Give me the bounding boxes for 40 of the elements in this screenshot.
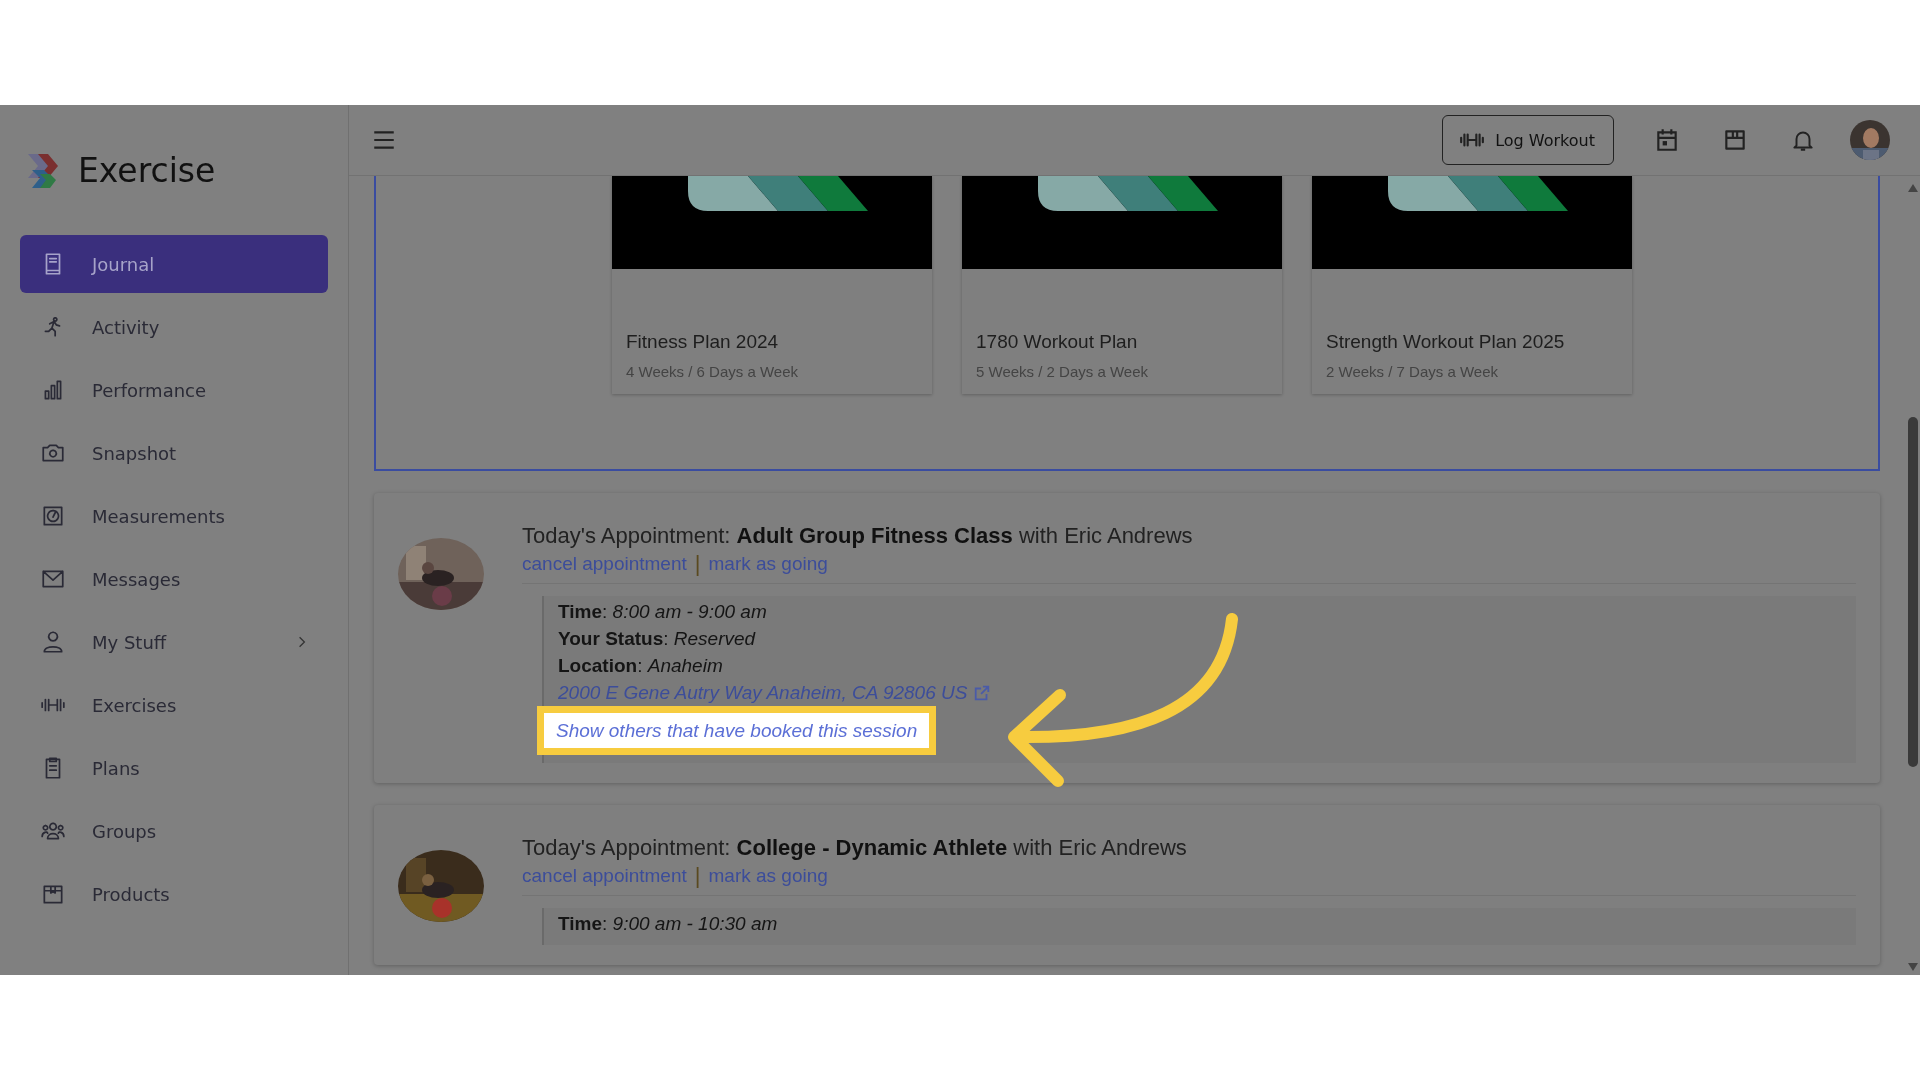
plan-title: Strength Workout Plan 2025 (1326, 331, 1566, 353)
separator: | (694, 863, 701, 889)
action-link[interactable]: mark as going (708, 865, 828, 887)
appointment-title: Today's Appointment: Adult Group Fitness Class with Eric Andrews (522, 523, 1194, 549)
sidebar-item[interactable]: Activity (20, 298, 328, 356)
sidebar-item[interactable]: Snapshot (20, 424, 328, 482)
separator: | (694, 551, 701, 577)
sidebar-item[interactable]: Products (20, 865, 328, 923)
sidebar-item[interactable]: Plans (20, 739, 328, 797)
log-workout-button[interactable]: Log Workout (1442, 115, 1614, 165)
sidebar-item[interactable]: Exercises (20, 676, 328, 734)
action-link[interactable]: cancel appointment (522, 553, 687, 575)
plan-card[interactable]: Fitness Plan 2024 4 Weeks / 6 Days a Week (612, 176, 932, 394)
sidebar-item[interactable]: Groups (20, 802, 328, 860)
scroll-up-icon[interactable] (1907, 184, 1918, 192)
plan-duration: 2 Weeks / 7 Days a Week (1326, 363, 1500, 380)
booked-session-link[interactable]: Show others that have booked this session (537, 706, 937, 755)
scroll-down-icon[interactable] (1907, 963, 1918, 971)
sidebar-item[interactable]: Journal (20, 235, 328, 293)
detail-line: Your Status: Reserved (558, 627, 756, 651)
sidebar-item[interactable]: Messages (20, 550, 328, 608)
plan-title: Fitness Plan 2024 (626, 331, 780, 353)
sidebar-item[interactable]: My Stuff (20, 613, 328, 671)
detail-line: Time: 9:00 am - 10:30 am (558, 912, 778, 936)
store-icon[interactable] (1722, 127, 1748, 153)
detail-line: Location: Anaheim (558, 654, 723, 678)
sidebar-item[interactable]: Measurements (20, 487, 328, 545)
app-name: Exercise (78, 150, 216, 190)
plan-card[interactable]: 1780 Workout Plan 5 Weeks / 2 Days a Week (962, 176, 1282, 394)
detail-line: Time: 8:00 am - 9:00 am (558, 600, 767, 624)
appointment-title: Today's Appointment: College - Dynamic Athlete with Eric Andrews (522, 835, 1188, 861)
plan-title: 1780 Workout Plan (976, 331, 1139, 353)
calendar-icon[interactable] (1654, 127, 1680, 153)
plan-duration: 4 Weeks / 6 Days a Week (626, 363, 800, 380)
scale-icon (40, 503, 66, 529)
action-link[interactable]: cancel appointment (522, 865, 687, 887)
plan-card[interactable]: Strength Workout Plan 2025 2 Weeks / 7 Days a Week (1312, 176, 1632, 394)
plan-duration: 5 Weeks / 2 Days a Week (976, 363, 1150, 380)
action-link[interactable]: mark as going (708, 553, 828, 575)
sidebar-item[interactable]: Performance (20, 361, 328, 419)
